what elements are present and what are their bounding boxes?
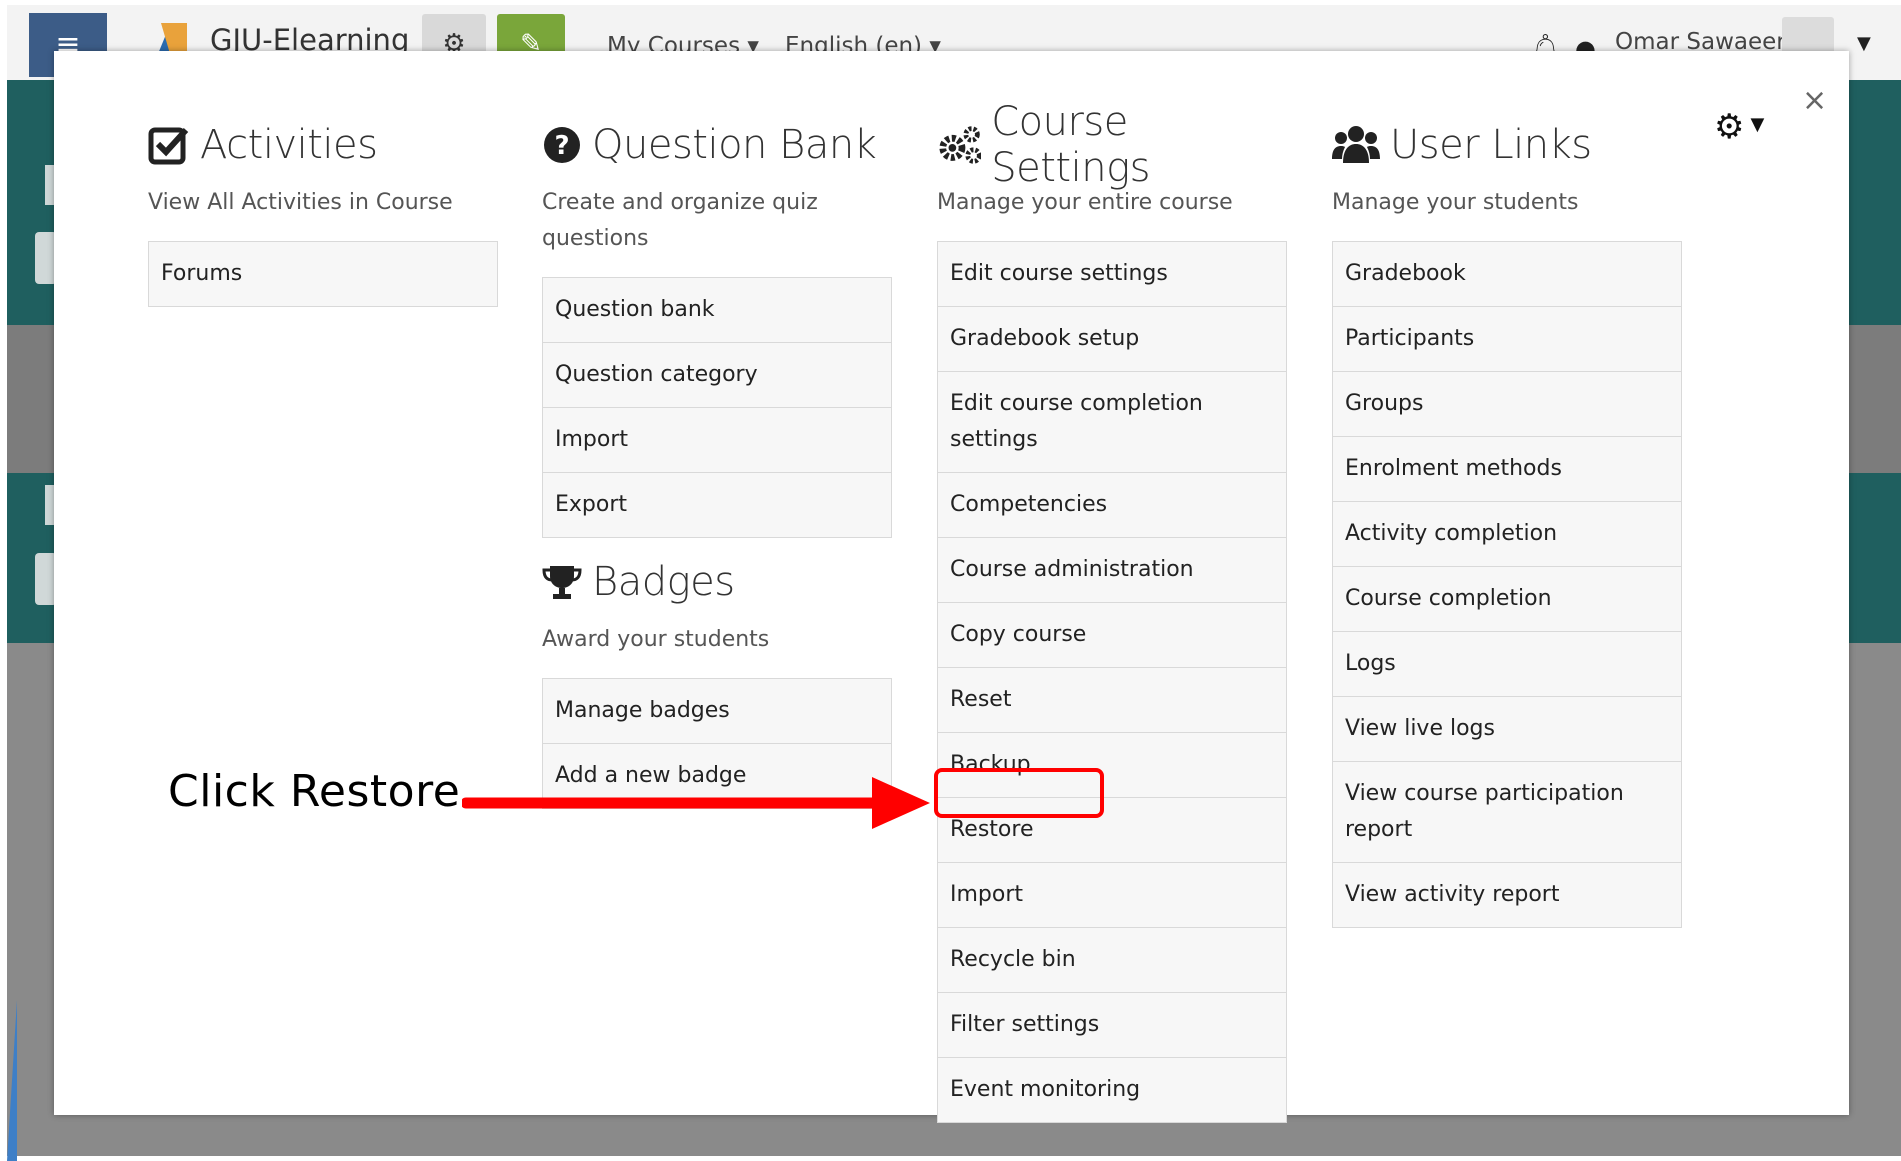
cogs-icon xyxy=(939,126,982,164)
list-item-manage-badges[interactable]: Manage badges xyxy=(543,679,891,744)
users-icon xyxy=(1332,126,1380,163)
list-item-import[interactable]: Import xyxy=(938,863,1286,928)
decorative-shape xyxy=(7,1000,17,1161)
activities-description: View All Activities in Course xyxy=(148,190,453,215)
list-item-gradebook[interactable]: Gradebook xyxy=(1333,242,1681,307)
list-item-course-completion[interactable]: Course completion xyxy=(1333,567,1681,632)
list-item-live-logs[interactable]: View live logs xyxy=(1333,697,1681,762)
list-item-forums[interactable]: Forums xyxy=(149,242,497,306)
user-links-header: User Links xyxy=(1332,111,1682,179)
list-item-activity-report[interactable]: View activity report xyxy=(1333,863,1681,927)
list-item-question-category[interactable]: Question category xyxy=(543,343,891,408)
course-settings-column: Course Settings Manage your entire cours… xyxy=(937,99,1287,1123)
annotation-highlight-box xyxy=(934,768,1104,818)
caret-down-icon: ▼ xyxy=(1750,114,1765,135)
gear-icon: ⚙ xyxy=(1714,107,1745,147)
annotation-arrow-icon xyxy=(462,777,930,829)
list-item-competencies[interactable]: Competencies xyxy=(938,473,1286,538)
activities-header: Activities xyxy=(148,111,498,179)
svg-text:?: ? xyxy=(554,131,569,161)
list-item-activity-completion[interactable]: Activity completion xyxy=(1333,502,1681,567)
list-item-course-administration[interactable]: Course administration xyxy=(938,538,1286,603)
list-item-import[interactable]: Import xyxy=(543,408,891,473)
list-item-participants[interactable]: Participants xyxy=(1333,307,1681,372)
list-item-recycle-bin[interactable]: Recycle bin xyxy=(938,928,1286,993)
check-square-icon xyxy=(148,127,189,165)
list-item-logs[interactable]: Logs xyxy=(1333,632,1681,697)
user-caret-icon[interactable]: ▼ xyxy=(1857,33,1871,54)
close-icon[interactable]: × xyxy=(1802,83,1827,118)
course-settings-header: Course Settings xyxy=(937,99,1287,191)
list-item-gradebook-setup[interactable]: Gradebook setup xyxy=(938,307,1286,372)
list-item-filter-settings[interactable]: Filter settings xyxy=(938,993,1286,1058)
user-links-description: Manage your students xyxy=(1332,190,1579,215)
trophy-icon xyxy=(542,566,582,599)
question-circle-icon: ? xyxy=(544,127,580,163)
list-item-export[interactable]: Export xyxy=(543,473,891,537)
list-item-copy-course[interactable]: Copy course xyxy=(938,603,1286,668)
course-admin-modal: × ⚙ ▼ Activities View All Activities in C… xyxy=(54,51,1849,1123)
list-item-participation-report[interactable]: View course participation report xyxy=(1333,762,1681,863)
activities-list: Forums xyxy=(148,241,498,307)
course-settings-list: Edit course settings Gradebook setup Edi… xyxy=(937,241,1287,1123)
list-item-question-bank[interactable]: Question bank xyxy=(543,278,891,343)
gear-dropdown[interactable]: ⚙ ▼ xyxy=(1714,107,1764,147)
annotation-label: Click Restore xyxy=(168,766,461,817)
badges-header: Badges xyxy=(542,548,892,616)
list-item-reset[interactable]: Reset xyxy=(938,668,1286,733)
list-item-groups[interactable]: Groups xyxy=(1333,372,1681,437)
list-item-edit-course-settings[interactable]: Edit course settings xyxy=(938,242,1286,307)
list-item-event-monitoring[interactable]: Event monitoring xyxy=(938,1058,1286,1122)
activities-column: Activities View All Activities in Course… xyxy=(148,111,498,307)
list-item-enrolment-methods[interactable]: Enrolment methods xyxy=(1333,437,1681,502)
question-bank-description: Create and organize quiz questions xyxy=(542,190,818,251)
list-item-edit-course-completion[interactable]: Edit course completion settings xyxy=(938,372,1286,473)
user-links-column: User Links Manage your students Gradeboo… xyxy=(1332,111,1682,928)
question-bank-header: ? Question Bank xyxy=(542,111,892,179)
badges-description: Award your students xyxy=(542,627,770,652)
question-bank-column: ? Question Bank Create and organize quiz… xyxy=(542,111,892,809)
user-links-list: Gradebook Participants Groups Enrolment … xyxy=(1332,241,1682,928)
question-bank-list: Question bank Question category Import E… xyxy=(542,277,892,538)
